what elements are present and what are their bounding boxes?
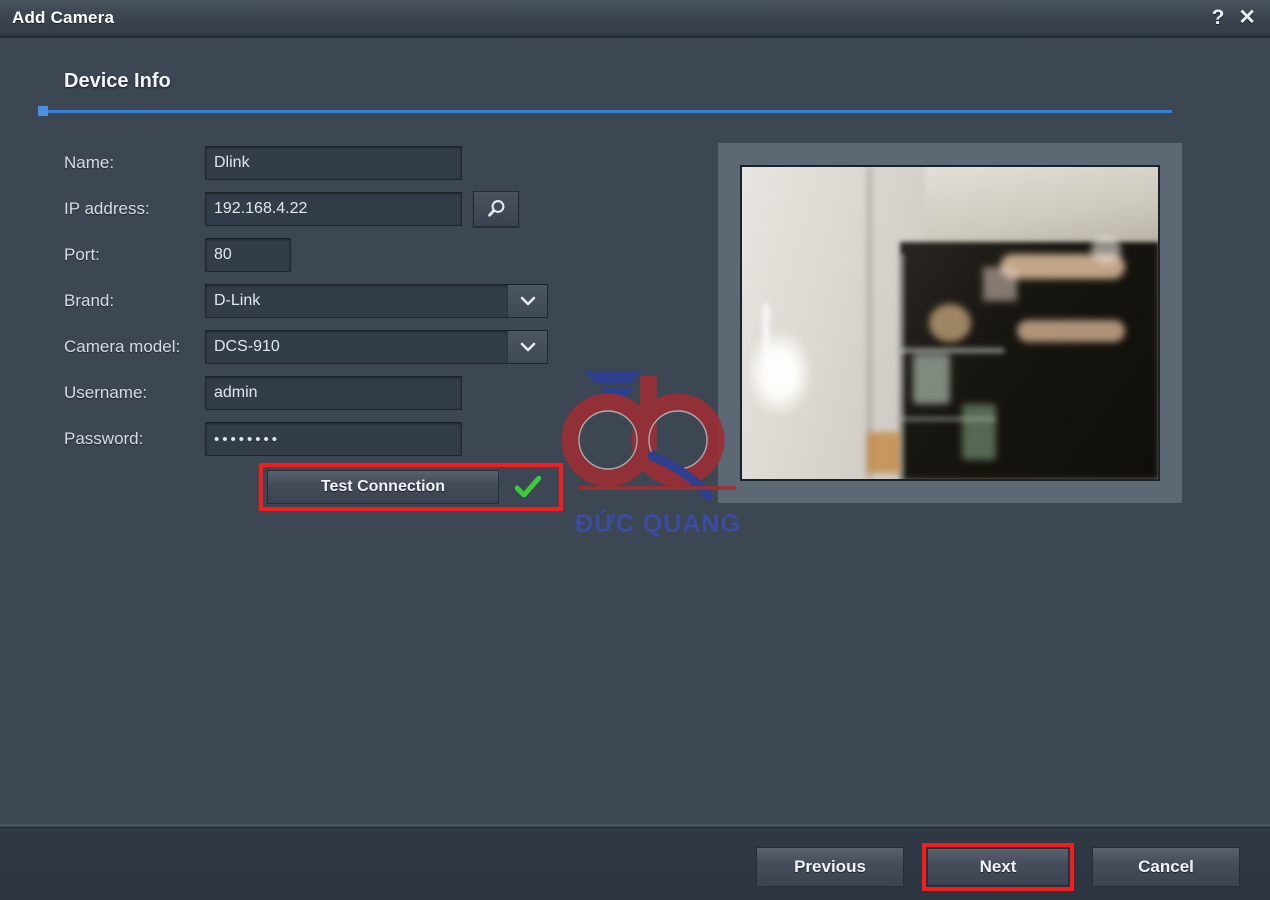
next-button-highlight: Next (922, 843, 1074, 891)
username-label: Username: (64, 383, 148, 402)
search-icon[interactable] (473, 191, 519, 227)
step-progress-marker (38, 106, 48, 116)
page-title: Device Info (64, 70, 171, 92)
help-icon[interactable]: ? (1212, 4, 1225, 32)
port-input[interactable]: 80 (205, 238, 291, 272)
device-info-form: Name: Dlink IP address: 192.168.4.22 Por… (0, 140, 700, 462)
port-label: Port: (64, 245, 100, 264)
next-button[interactable]: Next (927, 848, 1069, 886)
password-masked-value: •••••••• (214, 430, 281, 448)
form-row-name: Name: Dlink (0, 140, 700, 186)
ip-address-label: IP address: (64, 199, 150, 218)
ip-address-input[interactable]: 192.168.4.22 (205, 192, 462, 226)
add-camera-dialog: Add Camera ? ✕ Device Info Name: Dlink I… (0, 0, 1270, 900)
form-row-username: Username: admin (0, 370, 700, 416)
form-row-password: Password: •••••••• (0, 416, 700, 462)
window-title: Add Camera (12, 8, 115, 27)
test-connection-highlight: Test Connection (259, 463, 563, 511)
form-row-brand: Brand: D-Link (0, 278, 700, 324)
cancel-button[interactable]: Cancel (1092, 847, 1240, 887)
camera-model-label: Camera model: (64, 337, 181, 356)
dialog-action-buttons: Previous Next Cancel (756, 843, 1240, 891)
form-row-port: Port: 80 (0, 232, 700, 278)
brand-label: Brand: (64, 291, 115, 310)
camera-model-select-value: DCS-910 (214, 338, 280, 355)
password-label: Password: (64, 429, 144, 448)
password-input[interactable]: •••••••• (205, 422, 462, 456)
camera-preview-image (740, 165, 1160, 481)
titlebar: Add Camera ? ✕ (0, 0, 1270, 38)
titlebar-buttons: ? ✕ (1212, 4, 1256, 32)
step-progress-bar (40, 110, 1172, 113)
test-connection-button[interactable]: Test Connection (267, 470, 499, 504)
previous-button[interactable]: Previous (756, 847, 904, 887)
camera-model-select[interactable]: DCS-910 (205, 330, 548, 364)
form-row-camera-model: Camera model: DCS-910 (0, 324, 700, 370)
footer-separator (0, 824, 1270, 826)
username-input[interactable]: admin (205, 376, 462, 410)
green-check-icon (515, 476, 541, 498)
camera-preview-panel (718, 143, 1182, 503)
brand-select-value: D-Link (214, 292, 261, 309)
close-icon[interactable]: ✕ (1238, 4, 1256, 32)
name-label: Name: (64, 153, 115, 172)
form-row-ip: IP address: 192.168.4.22 (0, 186, 700, 232)
chevron-down-icon[interactable] (507, 285, 547, 317)
watermark-brand-text: ĐỨC QUANG (575, 510, 741, 538)
chevron-down-icon[interactable] (507, 331, 547, 363)
brand-select[interactable]: D-Link (205, 284, 548, 318)
name-input[interactable]: Dlink (205, 146, 462, 180)
